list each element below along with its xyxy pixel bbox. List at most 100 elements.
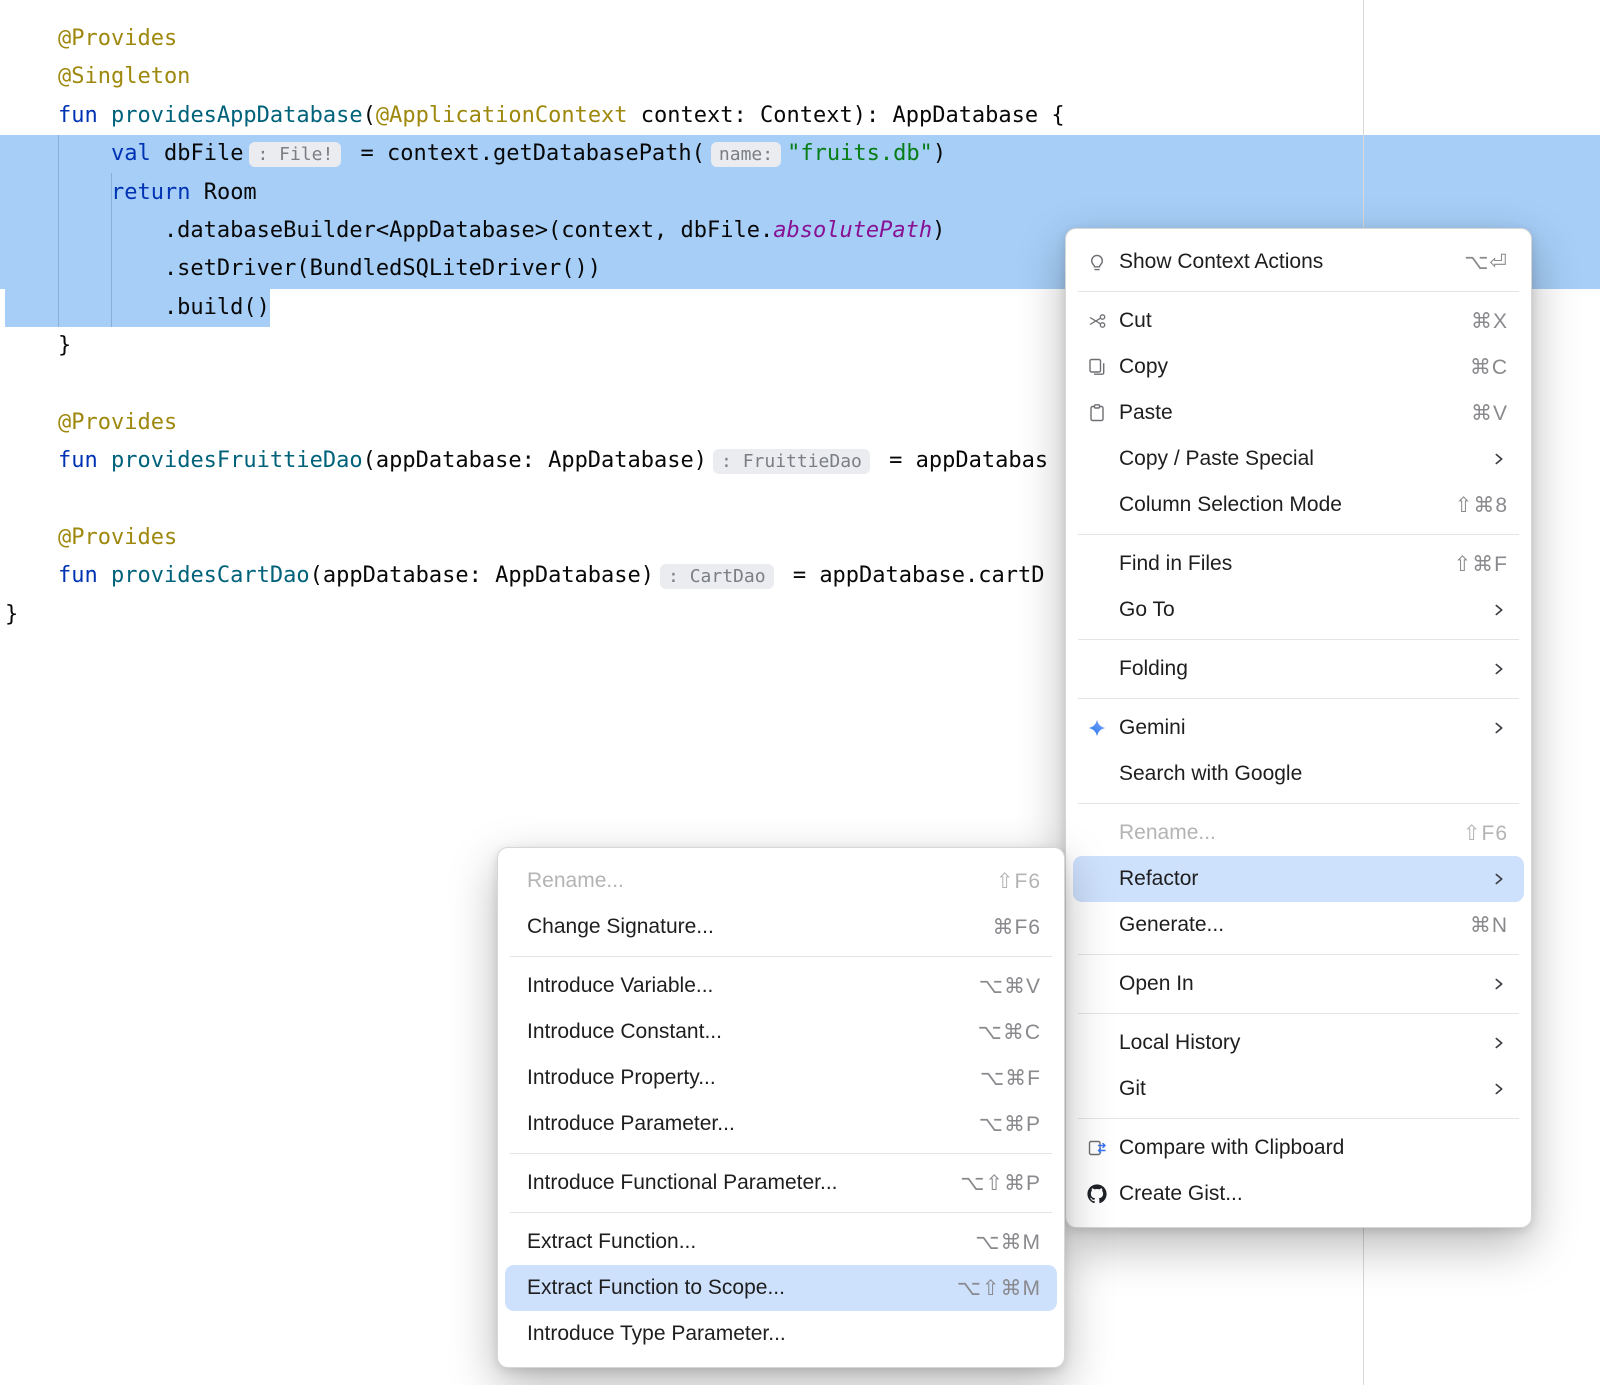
menu-shortcut: ⌥⏎ xyxy=(1464,250,1508,275)
menu-separator xyxy=(1078,639,1519,640)
menu-item-copy-paste-special[interactable]: Copy / Paste Special xyxy=(1073,436,1524,482)
menu-separator xyxy=(510,1212,1052,1213)
code-token: context: Context): AppDatabase { xyxy=(628,103,1065,128)
menu-item-copy[interactable]: Copy⌘C xyxy=(1073,344,1524,390)
menu-item-extract-function[interactable]: Extract Function...⌥⌘M xyxy=(505,1219,1057,1265)
code-line[interactable]: @Singleton xyxy=(0,58,1600,96)
menu-item-create-gist[interactable]: Create Gist... xyxy=(1073,1171,1524,1217)
chevron-right-icon xyxy=(1490,1080,1508,1098)
menu-shortcut: ⌥⌘P xyxy=(979,1112,1041,1137)
menu-item-introduce-constant[interactable]: Introduce Constant...⌥⌘C xyxy=(505,1009,1057,1055)
indent-guide xyxy=(58,135,59,327)
menu-item-compare-with-clipboard[interactable]: Compare with Clipboard xyxy=(1073,1125,1524,1171)
menu-item-introduce-variable[interactable]: Introduce Variable...⌥⌘V xyxy=(505,963,1057,1009)
chevron-right-icon xyxy=(1490,601,1508,619)
menu-item-extract-function-to-scope[interactable]: Extract Function to Scope...⌥⇧⌘M xyxy=(505,1265,1057,1311)
menu-shortcut: ⌥⌘V xyxy=(979,974,1041,999)
menu-item-rename[interactable]: Rename...⇧F6 xyxy=(1073,810,1524,856)
menu-item-label: Search with Google xyxy=(1119,762,1508,786)
scissors-icon xyxy=(1087,311,1119,331)
menu-item-label: Copy / Paste Special xyxy=(1119,447,1490,471)
menu-item-git[interactable]: Git xyxy=(1073,1066,1524,1112)
menu-item-cut[interactable]: Cut⌘X xyxy=(1073,298,1524,344)
menu-separator xyxy=(510,1153,1052,1154)
menu-item-search-with-google[interactable]: Search with Google xyxy=(1073,751,1524,797)
code-token: fun xyxy=(5,448,111,473)
code-token: = context.getDatabasePath( xyxy=(347,141,705,166)
editor-surface: @Provides @Singleton fun providesAppData… xyxy=(0,0,1600,1385)
menu-item-label: Cut xyxy=(1119,309,1471,333)
code-line[interactable]: fun providesAppDatabase(@ApplicationCont… xyxy=(0,97,1600,135)
code-token: @Provides xyxy=(5,26,177,51)
menu-item-label: Extract Function... xyxy=(527,1230,975,1254)
chevron-right-icon xyxy=(1490,975,1508,993)
code-token: } xyxy=(5,602,18,627)
code-token: val xyxy=(111,141,151,166)
code-token: @ApplicationContext xyxy=(376,103,628,128)
code-token: = appDatabas xyxy=(876,448,1048,473)
menu-item-change-signature[interactable]: Change Signature...⌘F6 xyxy=(505,904,1057,950)
menu-item-open-in[interactable]: Open In xyxy=(1073,961,1524,1007)
indent-guide xyxy=(111,173,112,327)
menu-shortcut: ⇧F6 xyxy=(996,869,1041,894)
menu-item-label: Copy xyxy=(1119,355,1470,379)
menu-item-label: Column Selection Mode xyxy=(1119,493,1455,517)
menu-item-label: Local History xyxy=(1119,1031,1490,1055)
chevron-right-icon xyxy=(1490,719,1508,737)
menu-item-local-history[interactable]: Local History xyxy=(1073,1020,1524,1066)
menu-separator xyxy=(510,956,1052,957)
menu-item-folding[interactable]: Folding xyxy=(1073,646,1524,692)
menu-item-label: Go To xyxy=(1119,598,1490,622)
menu-shortcut: ⌘V xyxy=(1471,401,1508,426)
menu-item-label: Paste xyxy=(1119,401,1471,425)
code-token: absolutePath xyxy=(773,218,932,243)
code-token: ) xyxy=(932,218,945,243)
menu-item-paste[interactable]: Paste⌘V xyxy=(1073,390,1524,436)
menu-item-label: Change Signature... xyxy=(527,915,992,939)
menu-shortcut: ⌘N xyxy=(1470,913,1508,938)
menu-item-introduce-type-parameter[interactable]: Introduce Type Parameter... xyxy=(505,1311,1057,1357)
code-token: return xyxy=(111,180,190,205)
code-token: providesAppDatabase xyxy=(111,103,363,128)
menu-item-label: Generate... xyxy=(1119,913,1470,937)
menu-item-introduce-parameter[interactable]: Introduce Parameter...⌥⌘P xyxy=(505,1101,1057,1147)
code-line[interactable]: val dbFile: File! = context.getDatabaseP… xyxy=(0,135,1600,173)
menu-item-go-to[interactable]: Go To xyxy=(1073,587,1524,633)
chevron-right-icon xyxy=(1490,660,1508,678)
menu-shortcut: ⌥⇧⌘P xyxy=(960,1171,1041,1196)
code-token: @Provides xyxy=(5,410,177,435)
menu-item-show-context-actions[interactable]: Show Context Actions⌥⏎ xyxy=(1073,239,1524,285)
code-line[interactable]: return Room xyxy=(0,174,1600,212)
menu-item-rename[interactable]: Rename...⇧F6 xyxy=(505,858,1057,904)
copy-icon xyxy=(1087,357,1119,377)
menu-separator xyxy=(1078,698,1519,699)
menu-item-generate[interactable]: Generate...⌘N xyxy=(1073,902,1524,948)
code-token: @Provides xyxy=(5,525,177,550)
menu-item-label: Folding xyxy=(1119,657,1490,681)
code-token: .databaseBuilder<AppDatabase>(context, d… xyxy=(5,218,773,243)
inlay-hint: name: xyxy=(711,142,781,167)
chevron-right-icon xyxy=(1490,1034,1508,1052)
menu-shortcut: ⌥⌘M xyxy=(975,1230,1041,1255)
menu-separator xyxy=(1078,1013,1519,1014)
code-token: fun xyxy=(5,563,111,588)
menu-item-label: Extract Function to Scope... xyxy=(527,1276,957,1300)
menu-item-gemini[interactable]: Gemini xyxy=(1073,705,1524,751)
menu-shortcut: ⌘C xyxy=(1470,355,1508,380)
code-token: "fruits.db" xyxy=(787,141,933,166)
refactor-submenu: Rename...⇧F6Change Signature...⌘F6 Introd… xyxy=(497,847,1065,1368)
menu-item-refactor[interactable]: Refactor xyxy=(1073,856,1524,902)
menu-shortcut: ⇧⌘F xyxy=(1454,552,1508,577)
menu-item-introduce-property[interactable]: Introduce Property...⌥⌘F xyxy=(505,1055,1057,1101)
menu-separator xyxy=(1078,291,1519,292)
menu-item-find-in-files[interactable]: Find in Files⇧⌘F xyxy=(1073,541,1524,587)
code-line[interactable]: @Provides xyxy=(0,20,1600,58)
menu-shortcut: ⌘X xyxy=(1471,309,1508,334)
code-token: fun xyxy=(5,103,111,128)
code-token: providesFruittieDao xyxy=(111,448,363,473)
menu-separator xyxy=(1078,534,1519,535)
menu-item-label: Introduce Property... xyxy=(527,1066,980,1090)
menu-item-introduce-functional-parameter[interactable]: Introduce Functional Parameter...⌥⇧⌘P xyxy=(505,1160,1057,1206)
menu-item-column-selection-mode[interactable]: Column Selection Mode⇧⌘8 xyxy=(1073,482,1524,528)
code-token: } xyxy=(5,333,71,358)
